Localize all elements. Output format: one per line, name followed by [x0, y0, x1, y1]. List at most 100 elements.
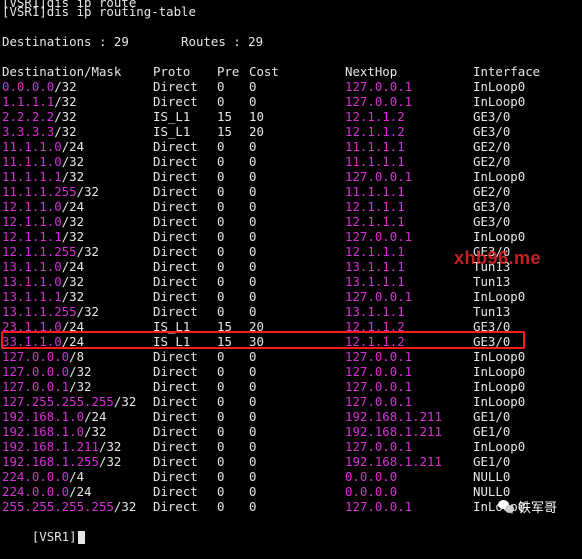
destination-cell: 192.168.1.0/32: [2, 424, 106, 439]
destination-ip: 11.1.1.1: [2, 169, 62, 184]
proto-cell: Direct: [153, 169, 198, 184]
cost-cell: 0: [249, 214, 257, 229]
proto-cell: Direct: [153, 199, 198, 214]
proto-cell: Direct: [153, 469, 198, 484]
cost-cell: 0: [249, 364, 257, 379]
nexthop-cell: 12.1.1.2: [345, 124, 405, 139]
interface-cell: InLoop0: [473, 439, 526, 454]
destination-ip: 127.0.0.0: [2, 349, 70, 364]
destination-mask: /32: [69, 379, 92, 394]
destination-cell: 255.255.255.255/32: [2, 499, 136, 514]
header-proto: Proto: [153, 64, 191, 79]
pre-cell: 0: [217, 274, 225, 289]
prompt-line[interactable]: [VSR1]: [2, 514, 85, 544]
pre-cell: 0: [217, 184, 225, 199]
cost-cell: 0: [249, 274, 257, 289]
destination-cell: 1.1.1.1/32: [2, 94, 77, 109]
destination-ip: 13.1.1.0: [2, 274, 62, 289]
destination-mask: /24: [61, 259, 85, 274]
destination-mask: /32: [61, 274, 85, 289]
cost-cell: 0: [249, 469, 257, 484]
highlight-box: [1, 331, 525, 349]
pre-cell: 0: [217, 259, 225, 274]
destination-ip: 11.1.1.0: [2, 139, 62, 154]
cost-cell: 0: [249, 379, 257, 394]
destination-cell: 11.1.1.0/32: [2, 154, 84, 169]
destination-mask: /4: [69, 469, 85, 484]
interface-cell: GE3/0: [473, 199, 511, 214]
proto-cell: IS_L1: [153, 124, 191, 139]
nexthop-cell: 127.0.0.1: [345, 364, 413, 379]
cost-cell: 0: [249, 94, 257, 109]
terminal-window[interactable]: [VSR1]dis ip route [VSR1]dis ip routing-…: [0, 0, 582, 544]
destination-ip: 192.168.1.255: [2, 454, 99, 469]
proto-cell: Direct: [153, 259, 198, 274]
cost-cell: 0: [249, 499, 257, 514]
proto-cell: IS_L1: [153, 109, 191, 124]
destination-mask: /32: [84, 424, 107, 439]
nexthop-cell: 11.1.1.1: [345, 154, 405, 169]
cost-cell: 20: [249, 124, 264, 139]
destination-cell: 13.1.1.0/24: [2, 259, 84, 274]
cost-cell: 0: [249, 139, 257, 154]
interface-cell: InLoop0: [473, 79, 526, 94]
destination-ip: 12.1.1.255: [2, 244, 77, 259]
destination-ip: 127.0.0.1: [2, 379, 70, 394]
cost-cell: 0: [249, 79, 257, 94]
interface-cell: GE1/0: [473, 454, 511, 469]
brand-text: 铁军哥: [518, 501, 558, 516]
nexthop-cell: 13.1.1.1: [345, 304, 405, 319]
destination-ip: 11.1.1.0: [2, 154, 62, 169]
destination-cell: 192.168.1.211/32: [2, 439, 121, 454]
destination-ip: 192.168.1.211: [2, 439, 99, 454]
destination-mask: /32: [54, 124, 77, 139]
proto-cell: Direct: [153, 394, 198, 409]
proto-cell: Direct: [153, 409, 198, 424]
destination-mask: /32: [61, 154, 85, 169]
nexthop-cell: 11.1.1.1: [345, 139, 405, 154]
interface-cell: InLoop0: [473, 379, 526, 394]
pre-cell: 0: [217, 304, 225, 319]
interface-cell: GE1/0: [473, 424, 511, 439]
pre-cell: 0: [217, 409, 225, 424]
cost-cell: 0: [249, 184, 257, 199]
pre-cell: 0: [217, 424, 225, 439]
proto-cell: Direct: [153, 439, 198, 454]
cost-cell: 0: [249, 229, 257, 244]
destination-mask: /32: [69, 364, 92, 379]
pre-cell: 0: [217, 94, 225, 109]
nexthop-cell: 127.0.0.1: [345, 499, 413, 514]
interface-cell: GE3/0: [473, 124, 511, 139]
nexthop-cell: 127.0.0.1: [345, 439, 413, 454]
pre-cell: 0: [217, 379, 225, 394]
brand-badge: 铁军哥: [498, 497, 557, 516]
destination-ip: 224.0.0.0: [2, 469, 70, 484]
pre-cell: 0: [217, 499, 225, 514]
cost-cell: 0: [249, 169, 257, 184]
pre-cell: 15: [217, 124, 232, 139]
pre-cell: 0: [217, 454, 225, 469]
cost-cell: 0: [249, 409, 257, 424]
destination-ip: 12.1.1.0: [2, 199, 62, 214]
nexthop-cell: 127.0.0.1: [345, 79, 413, 94]
interface-cell: GE1/0: [473, 409, 511, 424]
table-header: Destination/Mask Proto Pre Cost NextHop …: [2, 64, 540, 79]
pre-cell: 0: [217, 199, 225, 214]
destination-mask: /24: [61, 139, 85, 154]
pre-cell: 0: [217, 484, 225, 499]
cost-cell: 0: [249, 289, 257, 304]
pre-cell: 0: [217, 244, 225, 259]
pre-cell: 0: [217, 439, 225, 454]
destination-cell: 127.0.0.1/32: [2, 379, 92, 394]
proto-cell: Direct: [153, 274, 198, 289]
interface-cell: Tun13: [473, 304, 511, 319]
destination-cell: 192.168.1.255/32: [2, 454, 121, 469]
destination-mask: /32: [61, 214, 85, 229]
nexthop-cell: 127.0.0.1: [345, 379, 413, 394]
destination-mask: /32: [98, 439, 122, 454]
destination-cell: 13.1.1.0/32: [2, 274, 84, 289]
pre-cell: 0: [217, 214, 225, 229]
destination-cell: 224.0.0.0/24: [2, 484, 92, 499]
interface-cell: NULL0: [473, 469, 511, 484]
pre-cell: 0: [217, 79, 225, 94]
